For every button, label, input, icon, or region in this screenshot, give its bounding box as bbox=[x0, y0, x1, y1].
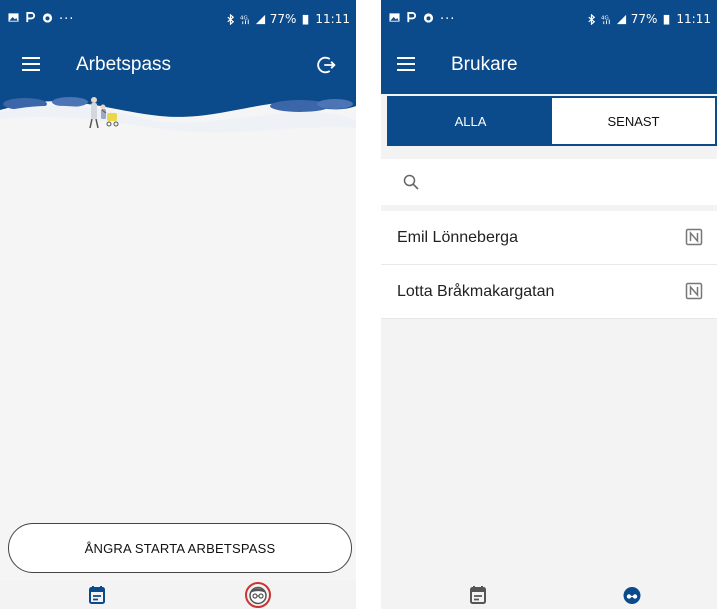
svg-text:4G: 4G bbox=[240, 15, 248, 21]
nfc-icon bbox=[685, 282, 703, 300]
status-bar: ... 4G 77% 11:11 bbox=[381, 0, 717, 38]
notification-icons: ... bbox=[8, 8, 74, 23]
list-item[interactable]: Emil Lönneberga bbox=[381, 211, 717, 265]
notification-icons: ... bbox=[389, 8, 455, 23]
p-notification-icon bbox=[407, 12, 417, 23]
network-4g-icon: 4G bbox=[601, 15, 610, 24]
user-list: Emil Lönneberga Lotta Bråkmakargatan bbox=[381, 211, 717, 319]
search-icon bbox=[403, 174, 419, 190]
svg-text:4G: 4G bbox=[601, 15, 609, 21]
page-title: Brukare bbox=[451, 54, 518, 75]
bottom-navigation bbox=[381, 580, 717, 609]
app-bar: Brukare bbox=[381, 38, 717, 94]
tab-alla[interactable]: ALLA bbox=[389, 98, 552, 144]
signal-icon bbox=[255, 14, 265, 24]
battery-percent: 77% bbox=[630, 12, 658, 26]
user-name: Emil Lönneberga bbox=[397, 229, 518, 246]
system-icons: 4G 77% 11:11 bbox=[586, 12, 711, 26]
battery-icon bbox=[303, 14, 309, 25]
image-notification-icon bbox=[8, 13, 19, 22]
bluetooth-icon bbox=[588, 13, 595, 25]
search-bar bbox=[381, 159, 717, 205]
app-notification-icon bbox=[42, 13, 53, 23]
logout-icon[interactable] bbox=[316, 54, 338, 76]
system-icons: 4G 77% 11:11 bbox=[225, 12, 350, 26]
list-item[interactable]: Lotta Bråkmakargatan bbox=[381, 265, 717, 319]
filter-tabs: ALLA SENAST bbox=[387, 96, 717, 146]
user-name: Lotta Bråkmakargatan bbox=[397, 283, 555, 300]
app-notification-icon bbox=[423, 13, 434, 23]
clock: 11:11 bbox=[315, 12, 350, 26]
bottom-navigation bbox=[0, 580, 356, 609]
battery-percent: 77% bbox=[269, 12, 297, 26]
menu-icon[interactable] bbox=[397, 57, 417, 73]
phone-screen-brukare: ... 4G 77% 11:11 Brukare ALLA SENAST Emi… bbox=[381, 0, 717, 609]
status-bar: ... 4G 77% 11:11 bbox=[0, 0, 356, 38]
app-bar: Arbetspass bbox=[0, 38, 356, 94]
clock: 11:11 bbox=[676, 12, 711, 26]
users-icon[interactable] bbox=[244, 581, 272, 609]
network-4g-icon: 4G bbox=[240, 15, 249, 24]
winter-landscape-illustration bbox=[0, 94, 356, 154]
more-notifications-indicator: ... bbox=[59, 8, 75, 23]
undo-start-shift-button[interactable]: ÅNGRA STARTA ARBETSPASS bbox=[8, 523, 352, 573]
nfc-icon bbox=[685, 228, 703, 246]
image-notification-icon bbox=[389, 13, 400, 22]
battery-icon bbox=[664, 14, 670, 25]
calendar-icon[interactable] bbox=[467, 584, 489, 606]
phone-screen-arbetspass: ... 4G 77% 11:11 Arbetspass ÅNGRA STARTA… bbox=[0, 0, 356, 609]
users-icon[interactable] bbox=[621, 584, 643, 606]
menu-icon[interactable] bbox=[22, 57, 42, 73]
p-notification-icon bbox=[26, 12, 36, 23]
bluetooth-icon bbox=[227, 13, 234, 25]
signal-icon bbox=[616, 14, 626, 24]
calendar-icon[interactable] bbox=[86, 584, 108, 606]
search-input[interactable] bbox=[431, 167, 701, 197]
page-title: Arbetspass bbox=[76, 54, 172, 75]
tab-senast[interactable]: SENAST bbox=[552, 98, 715, 144]
more-notifications-indicator: ... bbox=[440, 8, 456, 23]
